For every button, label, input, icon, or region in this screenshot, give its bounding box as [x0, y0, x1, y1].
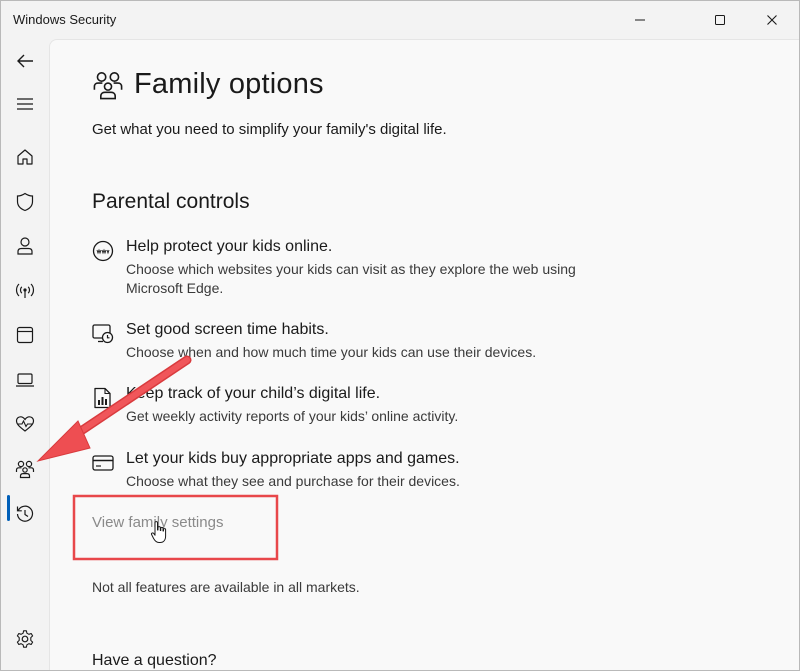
- family-icon: [93, 71, 123, 99]
- feature-item: Help protect your kids online. Choose wh…: [92, 238, 692, 300]
- wifi-antenna-icon: [15, 283, 35, 298]
- heart-pulse-icon: [15, 416, 35, 432]
- feature-title: Keep track of your child’s digital life.: [126, 385, 381, 402]
- feature-description: Get weekly activity reports of your kids…: [126, 408, 459, 424]
- shield-icon: [16, 192, 34, 212]
- close-icon: [767, 15, 777, 25]
- title-bar: Windows Security: [1, 1, 799, 39]
- sidebar-item-protection-history[interactable]: [1, 494, 49, 534]
- sidebar-item-device-security[interactable]: [1, 360, 49, 400]
- feature-title: Help protect your kids online.: [126, 238, 333, 255]
- feature-description: Choose which websites your kids can visi…: [126, 261, 576, 296]
- back-arrow-icon: [17, 54, 33, 68]
- sidebar-item-settings[interactable]: [1, 619, 49, 659]
- section-heading-parental-controls: Parental controls: [92, 190, 250, 213]
- minimize-icon: [635, 19, 645, 21]
- feature-title: Let your kids buy appropriate apps and g…: [126, 450, 460, 467]
- maximize-button[interactable]: [697, 1, 743, 39]
- app-title: Windows Security: [13, 12, 117, 27]
- sidebar-nav: [1, 39, 49, 670]
- close-button[interactable]: [749, 1, 795, 39]
- page-header: Family options: [92, 68, 324, 101]
- person-icon: [17, 237, 33, 255]
- laptop-icon: [16, 373, 34, 387]
- history-icon: [16, 505, 34, 522]
- feature-item: Set good screen time habits. Choose when…: [92, 321, 692, 365]
- availability-note: Not all features are available in all ma…: [92, 579, 360, 595]
- family-icon: [15, 460, 35, 479]
- minimize-button[interactable]: [617, 1, 663, 39]
- page-subtitle: Get what you need to simplify your famil…: [92, 121, 447, 138]
- feature-item: Keep track of your child’s digital life.…: [92, 385, 692, 429]
- app-browser-icon: [16, 326, 34, 344]
- screen-time-icon: [92, 324, 114, 344]
- sidebar-item-app-browser-control[interactable]: [1, 315, 49, 355]
- main-content: Family options Get what you need to simp…: [49, 39, 799, 670]
- web-browser-icon: [92, 240, 114, 262]
- sidebar-item-firewall[interactable]: [1, 271, 49, 311]
- maximize-icon: [715, 15, 725, 25]
- sidebar-item-virus-protection[interactable]: [1, 182, 49, 222]
- gear-icon: [16, 630, 34, 648]
- sidebar-item-account-protection[interactable]: [1, 226, 49, 266]
- feature-item: Let your kids buy appropriate apps and g…: [92, 450, 692, 494]
- home-icon: [17, 149, 33, 165]
- sidebar-item-home[interactable]: [1, 137, 49, 177]
- menu-button[interactable]: [1, 84, 49, 124]
- credit-card-icon: [92, 455, 114, 471]
- feature-description: Choose when and how much time your kids …: [126, 344, 537, 360]
- question-heading: Have a question?: [92, 652, 217, 669]
- activity-report-icon: [94, 387, 111, 409]
- sidebar-item-family-options[interactable]: [1, 449, 49, 489]
- feature-title: Set good screen time habits.: [126, 321, 329, 338]
- page-title: Family options: [134, 68, 324, 100]
- feature-description: Choose what they see and purchase for th…: [126, 473, 460, 489]
- app-window: Windows Security Family options Get what…: [0, 0, 800, 671]
- sidebar-item-device-performance[interactable]: [1, 404, 49, 444]
- view-family-settings-link[interactable]: View family settings: [92, 514, 223, 531]
- back-button[interactable]: [1, 41, 49, 81]
- hamburger-menu-icon: [17, 98, 33, 110]
